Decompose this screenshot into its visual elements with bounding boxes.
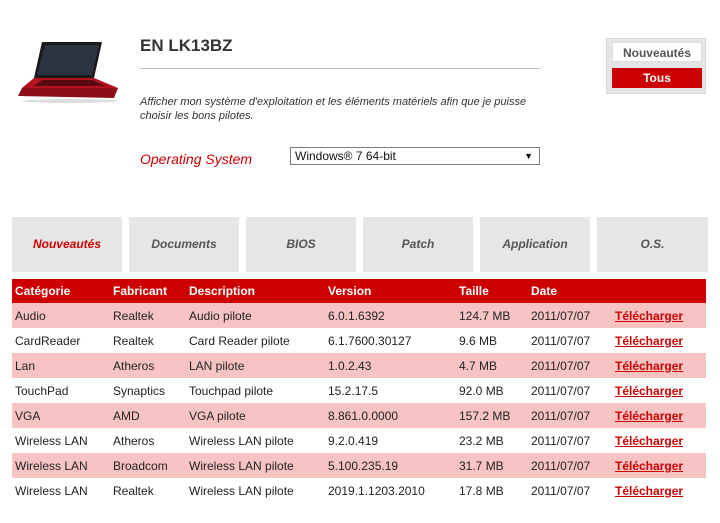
cell-version: 5.100.235.19 [325,453,456,478]
header-description: Description [186,279,325,303]
cell-size: 92.0 MB [456,378,528,403]
tab-bios[interactable]: BIOS [246,217,356,272]
cell-maker: Realtek [110,478,186,503]
cell-version: 2019.1.1203.2010 [325,478,456,503]
header-size: Taille [456,279,528,303]
download-link[interactable]: Télécharger [615,359,683,373]
table-row: Wireless LAN Realtek Wireless LAN pilote 20… [12,478,706,503]
cell-download: Télécharger [612,353,706,378]
cell-maker: Broadcom [110,453,186,478]
cell-version: 15.2.17.5 [325,378,456,403]
cell-version: 6.1.7600.30127 [325,328,456,353]
os-select[interactable]: Windows® 7 64-bit ▼ [290,147,540,165]
cell-size: 124.7 MB [456,303,528,328]
product-title: EN LK13BZ [140,36,233,55]
dropdown-arrow-icon: ▼ [524,151,533,161]
cell-category: VGA [12,403,110,428]
cell-description: Wireless LAN pilote [186,428,325,453]
os-label: Operating System [140,151,253,167]
cell-maker: AMD [110,403,186,428]
cell-category: CardReader [12,328,110,353]
cell-maker: Atheros [110,353,186,378]
cell-size: 23.2 MB [456,428,528,453]
table-row: TouchPad Synaptics Touchpad pilote 15.2.17.… [12,378,706,403]
download-link[interactable]: Télécharger [615,484,683,498]
laptop-product-image [18,42,118,103]
cell-size: 4.7 MB [456,353,528,378]
table-row: Wireless LAN Atheros Wireless LAN pilote 9.… [12,428,706,453]
cell-description: VGA pilote [186,403,325,428]
cell-download: Télécharger [612,428,706,453]
cell-size: 17.8 MB [456,478,528,503]
cell-description: Card Reader pilote [186,328,325,353]
cell-date: 2011/07/07 [528,453,612,478]
cell-maker: Atheros [110,428,186,453]
table-row: Lan Atheros LAN pilote 1.0.2.43 4.7 MB 2011/0… [12,353,706,378]
cell-maker: Synaptics [110,378,186,403]
filter-panel: Nouveautés Tous [606,38,706,94]
cell-date: 2011/07/07 [528,353,612,378]
header-download [612,279,706,303]
tab-nouveautes[interactable]: Nouveautés [12,217,122,272]
cell-date: 2011/07/07 [528,378,612,403]
download-link[interactable]: Télécharger [615,459,683,473]
title-divider [140,68,540,69]
cell-download: Télécharger [612,478,706,503]
filter-new-button[interactable]: Nouveautés [612,42,702,62]
cell-download: Télécharger [612,303,706,328]
table-header-row: Catégorie Fabricant Description Version … [12,279,706,303]
cell-description: Wireless LAN pilote [186,453,325,478]
header-category: Catégorie [12,279,110,303]
table-row: CardReader Realtek Card Reader pilote 6.1.7… [12,328,706,353]
cell-date: 2011/07/07 [528,403,612,428]
table-row: VGA AMD VGA pilote 8.861.0.0000 157.2 MB 2011… [12,403,706,428]
cell-description: Touchpad pilote [186,378,325,403]
header-version: Version [325,279,456,303]
cell-date: 2011/07/07 [528,328,612,353]
download-link[interactable]: Télécharger [615,334,683,348]
header-date: Date [528,279,612,303]
table-row: Audio Realtek Audio pilote 6.0.1.6392 124.7 … [12,303,706,328]
category-tabs: Nouveautés Documents BIOS Patch Applicat… [12,217,708,272]
tab-patch[interactable]: Patch [363,217,473,272]
tab-documents[interactable]: Documents [129,217,239,272]
cell-category: Wireless LAN [12,478,110,503]
tab-os[interactable]: O.S. [597,217,708,272]
cell-category: Lan [12,353,110,378]
cell-category: Wireless LAN [12,428,110,453]
cell-description: LAN pilote [186,353,325,378]
download-link[interactable]: Télécharger [615,409,683,423]
cell-size: 9.6 MB [456,328,528,353]
cell-version: 8.861.0.0000 [325,403,456,428]
cell-maker: Realtek [110,303,186,328]
cell-maker: Realtek [110,328,186,353]
download-link[interactable]: Télécharger [615,309,683,323]
drivers-table: Catégorie Fabricant Description Version … [12,279,706,503]
table-row: Wireless LAN Broadcom Wireless LAN pilote 5… [12,453,706,478]
cell-category: TouchPad [12,378,110,403]
cell-download: Télécharger [612,453,706,478]
cell-size: 157.2 MB [456,403,528,428]
cell-description: Audio pilote [186,303,325,328]
cell-date: 2011/07/07 [528,478,612,503]
tab-application[interactable]: Application [480,217,590,272]
cell-download: Télécharger [612,403,706,428]
download-link[interactable]: Télécharger [615,384,683,398]
cell-date: 2011/07/07 [528,428,612,453]
cell-download: Télécharger [612,378,706,403]
cell-date: 2011/07/07 [528,303,612,328]
filter-all-button[interactable]: Tous [612,68,702,88]
header-maker: Fabricant [110,279,186,303]
download-link[interactable]: Télécharger [615,434,683,448]
cell-version: 1.0.2.43 [325,353,456,378]
cell-version: 9.2.0.419 [325,428,456,453]
os-select-value: Windows® 7 64-bit [295,149,396,163]
cell-category: Wireless LAN [12,453,110,478]
cell-size: 31.7 MB [456,453,528,478]
product-description: Afficher mon système d'exploitation et l… [140,96,527,122]
cell-description: Wireless LAN pilote [186,478,325,503]
cell-version: 6.0.1.6392 [325,303,456,328]
cell-category: Audio [12,303,110,328]
cell-download: Télécharger [612,328,706,353]
